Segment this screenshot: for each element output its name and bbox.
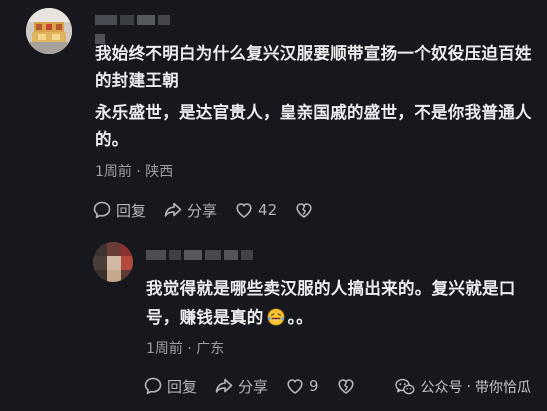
avatar[interactable] [26, 8, 72, 54]
reply-text-tail: 。。 [287, 308, 313, 327]
comment-paragraph: 我始终不明白为什么复兴汉服要顺带宣扬一个奴役压迫百姓的封建王朝 [95, 44, 532, 90]
wechat-icon [394, 378, 414, 395]
like-button[interactable]: 42 [234, 200, 277, 220]
comment-paragraph: 永乐盛世，是达官贵人，皇亲国戚的盛世，不是你我普通人的。 [95, 103, 532, 149]
comment-text: 我始终不明白为什么复兴汉服要顺带宣扬一个奴役压迫百姓的封建王朝 永乐盛世，是达官… [95, 40, 535, 153]
reply-label: 回复 [116, 201, 147, 220]
watermark-separator: · [466, 379, 471, 395]
comment-location: 陕西 [145, 164, 174, 180]
meta-separator: · [187, 341, 192, 357]
reply-button[interactable]: 回复 [143, 376, 197, 397]
comment-time: 1周前 [146, 341, 183, 357]
heart-icon [236, 203, 252, 218]
like-count: 42 [258, 201, 278, 219]
laughing-crying-emoji [267, 308, 285, 326]
watermark: 公众号 · 带你恰瓜 [394, 377, 531, 397]
comment-meta: 1周前 · 广东 [146, 338, 224, 358]
comment-meta: 1周前 · 陕西 [95, 161, 173, 181]
comment-location: 广东 [196, 341, 225, 357]
share-label: 分享 [187, 201, 218, 220]
share-arrow-icon [164, 202, 182, 217]
comment-actions: 回复 分享 9 [143, 375, 373, 397]
broken-heart-icon [296, 203, 312, 218]
dislike-button[interactable] [336, 376, 356, 396]
share-arrow-icon [215, 378, 233, 393]
like-count: 9 [309, 377, 319, 395]
reply-bubble-icon [93, 201, 111, 219]
username-redacted[interactable] [146, 250, 256, 262]
broken-heart-icon [337, 379, 354, 394]
comment-actions: 回复 分享 42 [92, 199, 331, 221]
avatar[interactable] [93, 242, 133, 282]
reply-bubble-icon [144, 377, 162, 395]
reply-button[interactable]: 回复 [92, 200, 146, 221]
reply-label: 回复 [167, 377, 198, 396]
reply-text-body: 我觉得就是哪些卖汉服的人搞出来的。复兴就是口号，赚钱是真的 [146, 279, 516, 327]
meta-separator: · [136, 164, 141, 180]
dislike-button[interactable] [294, 200, 314, 220]
comment-time: 1周前 [95, 164, 132, 180]
watermark-account: 带你恰瓜 [475, 380, 531, 396]
share-button[interactable]: 分享 [214, 376, 268, 397]
reply-text: 我觉得就是哪些卖汉服的人搞出来的。复兴就是口号，赚钱是真的 。。 [146, 274, 526, 332]
share-button[interactable]: 分享 [163, 200, 217, 221]
like-button[interactable]: 9 [285, 376, 319, 396]
heart-icon [287, 379, 303, 394]
username-redacted[interactable] [95, 15, 185, 44]
share-label: 分享 [238, 377, 269, 396]
watermark-platform: 公众号 [420, 380, 463, 396]
